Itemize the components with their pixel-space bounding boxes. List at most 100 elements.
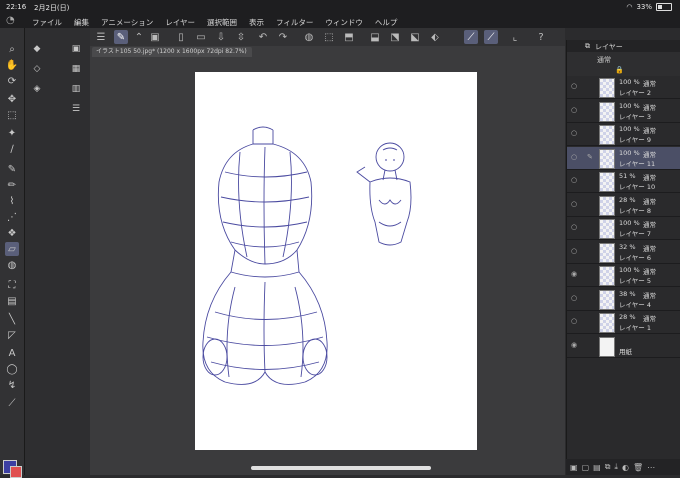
pen-icon[interactable]: ✎ <box>5 162 19 176</box>
layer-row[interactable]: ○ 51 % 通常 レイヤー 10 <box>567 170 680 193</box>
eyedropper-icon[interactable]: ∕ <box>5 142 19 156</box>
eye-icon[interactable]: ○ <box>570 106 578 114</box>
layer-row[interactable]: ○ 28 % 通常 レイヤー 8 <box>567 194 680 217</box>
eraser-icon[interactable]: ▱ <box>5 242 19 256</box>
blend-mode-select[interactable]: 通常 <box>597 55 611 65</box>
mask-icon[interactable]: ◐ <box>622 463 629 472</box>
crop-icon[interactable]: ⬕ <box>408 30 422 44</box>
rotate-icon[interactable]: ⟳ <box>5 74 19 88</box>
save-icon[interactable]: ⇩ <box>214 30 228 44</box>
layer-row[interactable]: ○ ✎ 100 % 通常 レイヤー 11 <box>567 146 680 170</box>
menu-item[interactable]: アニメーション <box>101 17 153 28</box>
eye-icon[interactable]: ○ <box>570 247 578 255</box>
open-icon[interactable]: ▭ <box>194 30 208 44</box>
undo-icon[interactable]: ↶ <box>256 30 270 44</box>
hand-icon[interactable]: ✋ <box>5 58 19 72</box>
eye-icon[interactable]: ○ <box>570 153 578 161</box>
new-folder-icon[interactable]: ▤ <box>593 463 601 472</box>
eye-icon[interactable]: ○ <box>570 317 578 325</box>
menu-item[interactable]: フィルター <box>276 17 313 28</box>
more-icon[interactable]: ⋯ <box>647 463 655 472</box>
transform-icon[interactable]: ⬒ <box>342 30 356 44</box>
layer-thumbnail <box>599 313 615 333</box>
copy-layer-icon[interactable]: ⧉ <box>605 462 611 472</box>
snap-special-icon[interactable]: ⟋ <box>484 30 498 44</box>
selection-icon[interactable]: ⬖ <box>428 30 442 44</box>
gallery-icon[interactable]: ▣ <box>148 30 162 44</box>
snap-grid-icon[interactable]: ⌞ <box>508 30 522 44</box>
decoration-icon[interactable]: ❖ <box>5 226 19 240</box>
eraser-hard-icon[interactable]: ◆ <box>30 42 44 56</box>
text-icon[interactable]: A <box>5 346 19 360</box>
menu-icon[interactable]: ☰ <box>94 30 108 44</box>
clear-icon[interactable]: ◍ <box>302 30 316 44</box>
delete-layer-icon[interactable]: 🗑 <box>633 463 643 472</box>
eraser-vector-icon[interactable]: ◈ <box>30 82 44 96</box>
invert-selection-icon[interactable]: ⬔ <box>388 30 402 44</box>
drawing-canvas[interactable] <box>195 72 477 450</box>
correct-line-icon[interactable]: ↯ <box>5 378 19 392</box>
edit-mode-icon[interactable]: ✎ <box>114 30 128 44</box>
layer-row[interactable]: ○ 38 % 通常 レイヤー 4 <box>567 288 680 311</box>
layer-row[interactable]: ○ 100 % 通常 レイヤー 2 <box>567 76 680 99</box>
gradient-icon[interactable]: ▤ <box>5 294 19 308</box>
menu-item[interactable]: ウィンドウ <box>325 17 363 28</box>
layer-row[interactable]: ◉ 用紙 <box>567 335 680 358</box>
layer-row[interactable]: ◉ 100 % 通常 レイヤー 5 <box>567 264 680 287</box>
subtool-a-icon[interactable]: ▣ <box>69 42 83 56</box>
new-layer-icon[interactable]: ▣ <box>570 463 578 472</box>
eraser-soft-icon[interactable]: ◇ <box>30 62 44 76</box>
subtool-d-icon[interactable]: ☰ <box>69 102 83 116</box>
layer-row[interactable]: ○ 100 % 通常 レイヤー 3 <box>567 100 680 123</box>
layer-opacity: 32 % <box>619 242 636 251</box>
airbrush-icon[interactable]: ⋰ <box>5 210 19 224</box>
balloon-icon[interactable]: ◯ <box>5 362 19 376</box>
eye-icon[interactable]: ○ <box>570 176 578 184</box>
redo-icon[interactable]: ↷ <box>276 30 290 44</box>
ruler-icon[interactable]: ⟋ <box>5 396 19 410</box>
menu-item[interactable]: 編集 <box>74 17 89 28</box>
menu-item[interactable]: 選択範囲 <box>207 17 237 28</box>
subtool-c-icon[interactable]: ▥ <box>69 82 83 96</box>
menu-item[interactable]: レイヤー <box>165 17 195 28</box>
layer-row[interactable]: ○ 32 % 通常 レイヤー 6 <box>567 241 680 264</box>
menu-item[interactable]: 表示 <box>249 17 264 28</box>
deselect-icon[interactable]: ⬓ <box>368 30 382 44</box>
chevron-updown-icon[interactable]: ⇳ <box>234 30 248 44</box>
canvas-tab[interactable]: イラスト105 50.jpg* (1200 x 1600px 72dpi 82.… <box>92 47 252 57</box>
eye-icon[interactable]: ○ <box>570 200 578 208</box>
layer-row[interactable]: ○ 100 % 通常 レイヤー 7 <box>567 217 680 240</box>
figure-icon[interactable]: ╲ <box>5 312 19 326</box>
operation-icon[interactable]: ⬚ <box>5 108 19 122</box>
eye-icon[interactable]: ○ <box>570 294 578 302</box>
snap-ruler-icon[interactable]: ⟋ <box>464 30 478 44</box>
fill-icon[interactable]: ⛶ <box>5 278 19 292</box>
eye-icon[interactable]: ◉ <box>570 270 578 278</box>
eye-icon[interactable]: ○ <box>570 82 578 90</box>
sub-color-swatch[interactable] <box>10 466 22 478</box>
menu-item[interactable]: ファイル <box>32 17 62 28</box>
blend-icon[interactable]: ◍ <box>5 258 19 272</box>
chevron-icon[interactable]: ⌃ <box>132 30 146 44</box>
eye-icon[interactable]: ◉ <box>570 341 578 349</box>
new-vector-layer-icon[interactable]: ▢ <box>582 463 590 472</box>
eye-icon[interactable]: ○ <box>570 223 578 231</box>
fill-layer-icon[interactable]: ⬚ <box>322 30 336 44</box>
help-icon[interactable]: ? <box>534 30 548 44</box>
subtool-b-icon[interactable]: ▦ <box>69 62 83 76</box>
eye-icon[interactable]: ○ <box>570 129 578 137</box>
menu-item[interactable]: ヘルプ <box>375 17 398 28</box>
home-indicator[interactable] <box>251 466 431 470</box>
layer-row[interactable]: ○ 100 % 通常 レイヤー 9 <box>567 123 680 146</box>
magic-wand-icon[interactable]: ✦ <box>5 126 19 140</box>
zoom-icon[interactable]: ⌕ <box>5 42 19 56</box>
pencil-icon[interactable]: ✏ <box>5 178 19 192</box>
move-icon[interactable]: ✥ <box>5 92 19 106</box>
frame-icon[interactable]: ◸ <box>5 328 19 342</box>
layer-row[interactable]: ○ 28 % 通常 レイヤー 1 <box>567 311 680 334</box>
merge-layer-icon[interactable]: ⤓ <box>614 462 618 472</box>
new-file-icon[interactable]: ▯ <box>174 30 188 44</box>
lock-icon[interactable]: 🔒 <box>615 66 624 74</box>
brush-icon[interactable]: ⌇ <box>5 194 19 208</box>
app-logo-icon[interactable]: ◔ <box>6 15 18 27</box>
